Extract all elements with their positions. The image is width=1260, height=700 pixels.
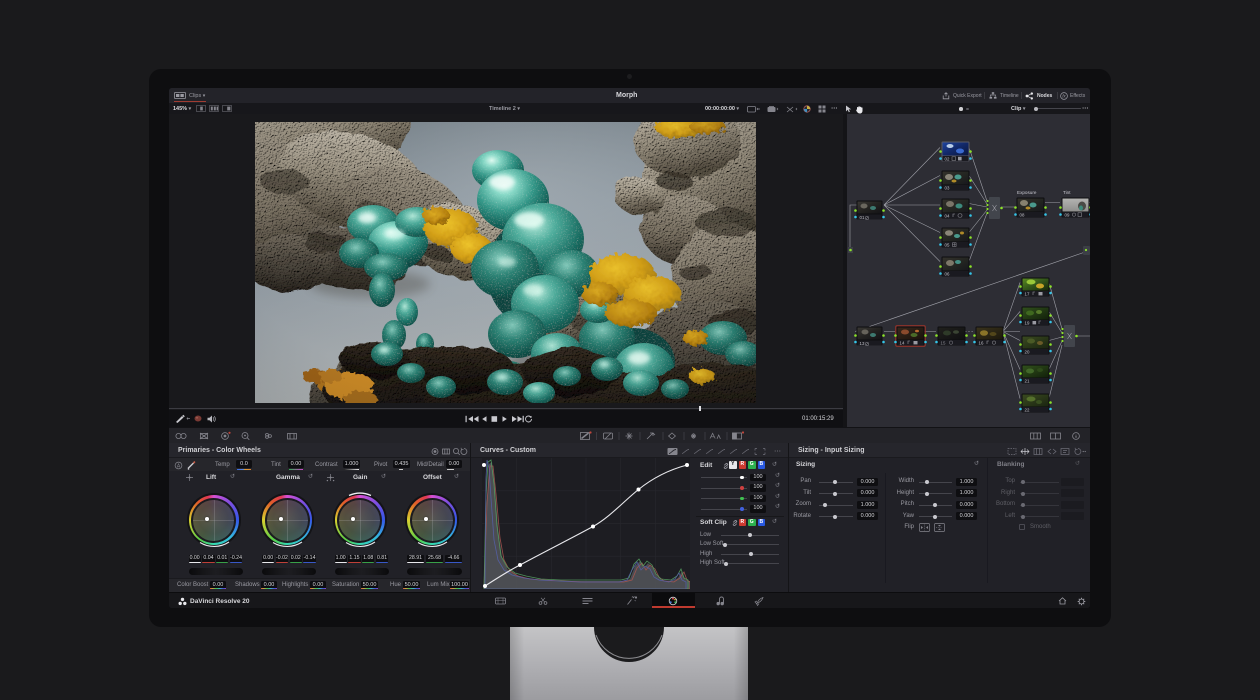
svg-text:14: 14	[900, 340, 905, 345]
svg-text:20: 20	[1025, 349, 1030, 354]
svg-text:19: 19	[1025, 320, 1030, 325]
svg-text:16: 16	[979, 340, 984, 345]
svg-text:05: 05	[945, 242, 950, 247]
svg-text:21: 21	[1025, 378, 1030, 383]
svg-text:13: 13	[860, 341, 865, 346]
svg-text:17: 17	[1025, 291, 1030, 296]
svg-text:04: 04	[945, 213, 950, 218]
svg-text:03: 03	[945, 185, 950, 190]
svg-text:01: 01	[860, 215, 865, 220]
svg-text:22: 22	[1025, 407, 1030, 412]
svg-text:02: 02	[945, 156, 950, 161]
svg-text:fx: fx	[1062, 93, 1066, 98]
svg-text:Tint: Tint	[1063, 190, 1071, 195]
svg-text:⋯: ⋯	[774, 448, 781, 455]
svg-text:15: 15	[941, 340, 946, 345]
svg-text:06: 06	[945, 271, 950, 276]
svg-text:Exposure: Exposure	[1017, 190, 1037, 195]
svg-text:09: 09	[1065, 212, 1070, 217]
svg-text:08: 08	[1020, 212, 1025, 217]
